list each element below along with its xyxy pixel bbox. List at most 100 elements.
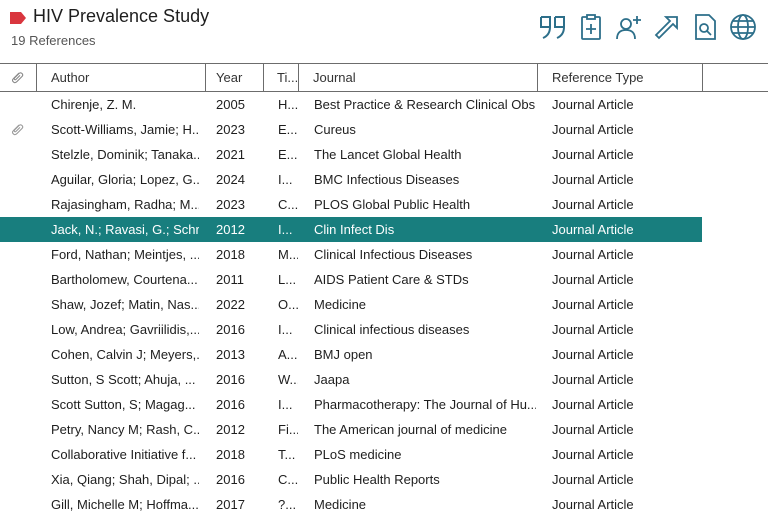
title-cell: Fi... — [278, 422, 298, 437]
reference-type-cell: Journal Article — [552, 122, 634, 137]
author-cell: Collaborative Initiative f... — [51, 447, 197, 462]
author-cell: Jack, N.; Ravasi, G.; Schr... — [51, 222, 199, 237]
table-row[interactable]: Chirenje, Z. M. 2005 H... Best Practice & R… — [0, 92, 702, 117]
journal-cell: Medicine — [314, 497, 367, 512]
title-cell: W... — [278, 372, 298, 387]
toolbar — [537, 10, 758, 44]
journal-cell: Medicine — [314, 297, 367, 312]
journal-cell: Clinical infectious diseases — [314, 322, 470, 337]
table-row[interactable]: Low, Andrea; Gavriilidis,... 2016 I... Clin… — [0, 317, 702, 342]
column-divider[interactable] — [298, 64, 299, 91]
reference-type-cell: Journal Article — [552, 497, 634, 512]
insert-citation-icon — [539, 16, 565, 39]
table-row[interactable]: Collaborative Initiative f... 2018 T... PLo… — [0, 442, 702, 467]
title-cell: E... — [278, 122, 298, 137]
table-row[interactable]: Sutton, S Scott; Ahuja, ... 2016 W... Jaapa… — [0, 367, 702, 392]
year-cell: 2016 — [216, 322, 245, 337]
year-cell: 2023 — [216, 197, 245, 212]
reference-type-cell: Journal Article — [552, 272, 634, 287]
journal-column-header[interactable]: Journal — [313, 64, 533, 91]
title-cell: O... — [278, 297, 298, 312]
group-tag-icon — [10, 12, 26, 24]
author-cell: Bartholomew, Courtena... — [51, 272, 198, 287]
author-column-header[interactable]: Author — [51, 64, 201, 91]
author-cell: Xia, Qiang; Shah, Dipal; ... — [51, 472, 199, 487]
column-divider — [702, 64, 703, 91]
library-header: HIV Prevalence Study 19 References — [0, 0, 768, 63]
reference-type-column-header[interactable]: Reference Type — [552, 64, 697, 91]
column-divider[interactable] — [263, 64, 264, 91]
paperclip-icon — [11, 72, 24, 84]
journal-cell: BMJ open — [314, 347, 373, 362]
title-cell: L... — [278, 272, 297, 287]
year-cell: 2016 — [216, 372, 245, 387]
journal-cell: Clinical Infectious Diseases — [314, 247, 473, 262]
table-row[interactable]: Rajasingham, Radha; M... 2023 C... PLOS Glo… — [0, 192, 702, 217]
journal-cell: Best Practice & Research Clinical Obs... — [314, 97, 536, 112]
author-cell: Scott Sutton, S; Magag... — [51, 397, 196, 412]
author-cell: Sutton, S Scott; Ahuja, ... — [51, 372, 196, 387]
table-row[interactable]: Aguilar, Gloria; Lopez, G... 2024 I... BMC … — [0, 167, 702, 192]
references-table: Author Year Ti... Journal Reference Type… — [0, 63, 768, 517]
find-full-text-button[interactable] — [689, 10, 720, 44]
journal-cell: AIDS Patient Care & STDs — [314, 272, 469, 287]
table-row[interactable]: Bartholomew, Courtena... 2011 L... AIDS Pat… — [0, 267, 702, 292]
year-column-header[interactable]: Year — [216, 64, 258, 91]
year-cell: 2022 — [216, 297, 245, 312]
title-cell: T... — [278, 447, 296, 462]
year-cell: 2016 — [216, 472, 245, 487]
journal-cell: BMC Infectious Diseases — [314, 172, 460, 187]
title-cell: M... — [278, 247, 298, 262]
reference-type-cell: Journal Article — [552, 147, 634, 162]
table-row[interactable]: Scott Sutton, S; Magag... 2016 I... Pharmac… — [0, 392, 702, 417]
journal-cell: Public Health Reports — [314, 472, 440, 487]
column-divider[interactable] — [205, 64, 206, 91]
author-cell: Aguilar, Gloria; Lopez, G... — [51, 172, 199, 187]
title-column-header[interactable]: Ti... — [277, 64, 297, 91]
year-cell: 2018 — [216, 247, 245, 262]
year-cell: 2023 — [216, 122, 245, 137]
author-cell: Gill, Michelle M; Hoffma... — [51, 497, 199, 512]
reference-type-cell: Journal Article — [552, 397, 634, 412]
year-cell: 2016 — [216, 397, 245, 412]
table-row[interactable]: Scott-Williams, Jamie; H... 2023 E... Cureu… — [0, 117, 702, 142]
reference-type-cell: Journal Article — [552, 422, 634, 437]
journal-cell: The American journal of medicine — [314, 422, 507, 437]
reference-type-cell: Journal Article — [552, 197, 634, 212]
table-row[interactable]: Ford, Nathan; Meintjes, ... 2018 M... Clini… — [0, 242, 702, 267]
table-row-selected[interactable]: Jack, N.; Ravasi, G.; Schr... 2012 I... Cli… — [0, 217, 702, 242]
table-row[interactable]: Shaw, Jozef; Matin, Nas... 2022 O... Medici… — [0, 292, 702, 317]
share-add-user-button[interactable] — [613, 10, 644, 44]
author-cell: Low, Andrea; Gavriilidis,... — [51, 322, 199, 337]
insert-citation-button[interactable] — [537, 10, 568, 44]
add-to-clipboard-button[interactable] — [575, 10, 606, 44]
open-arrow-icon — [654, 16, 678, 40]
year-cell: 2012 — [216, 222, 245, 237]
title-cell: I... — [278, 222, 293, 237]
journal-cell: Clin Infect Dis — [314, 222, 395, 237]
online-search-button[interactable] — [727, 10, 758, 44]
reference-type-cell: Journal Article — [552, 247, 634, 262]
attachment-column-header[interactable] — [10, 64, 26, 91]
title-cell: C... — [278, 472, 298, 487]
author-cell: Chirenje, Z. M. — [51, 97, 137, 112]
reference-type-cell: Journal Article — [552, 297, 634, 312]
table-row[interactable]: Gill, Michelle M; Hoffma... 2017?... Medic… — [0, 492, 702, 517]
table-row[interactable]: Petry, Nancy M; Rash, C... 2012 Fi... The A… — [0, 417, 702, 442]
table-header: Author Year Ti... Journal Reference Type — [0, 63, 768, 92]
open-external-button[interactable] — [651, 10, 682, 44]
journal-cell: Jaapa — [314, 372, 350, 387]
column-divider[interactable] — [36, 64, 37, 91]
column-divider[interactable] — [537, 64, 538, 91]
title-cell: H... — [278, 97, 298, 112]
journal-cell: The Lancet Global Health — [314, 147, 462, 162]
year-cell: 2021 — [216, 147, 245, 162]
table-row[interactable]: Cohen, Calvin J; Meyers,... 2013 A... BMJ o… — [0, 342, 702, 367]
title-cell: I... — [278, 397, 293, 412]
year-cell: 2017 — [216, 497, 245, 512]
title-cell: E... — [278, 147, 298, 162]
author-cell: Cohen, Calvin J; Meyers,... — [51, 347, 199, 362]
table-row[interactable]: Stelzle, Dominik; Tanaka... 2021 E... The L… — [0, 142, 702, 167]
table-row[interactable]: Xia, Qiang; Shah, Dipal; ... 2016 C... Publ… — [0, 467, 702, 492]
reference-type-cell: Journal Article — [552, 222, 634, 237]
